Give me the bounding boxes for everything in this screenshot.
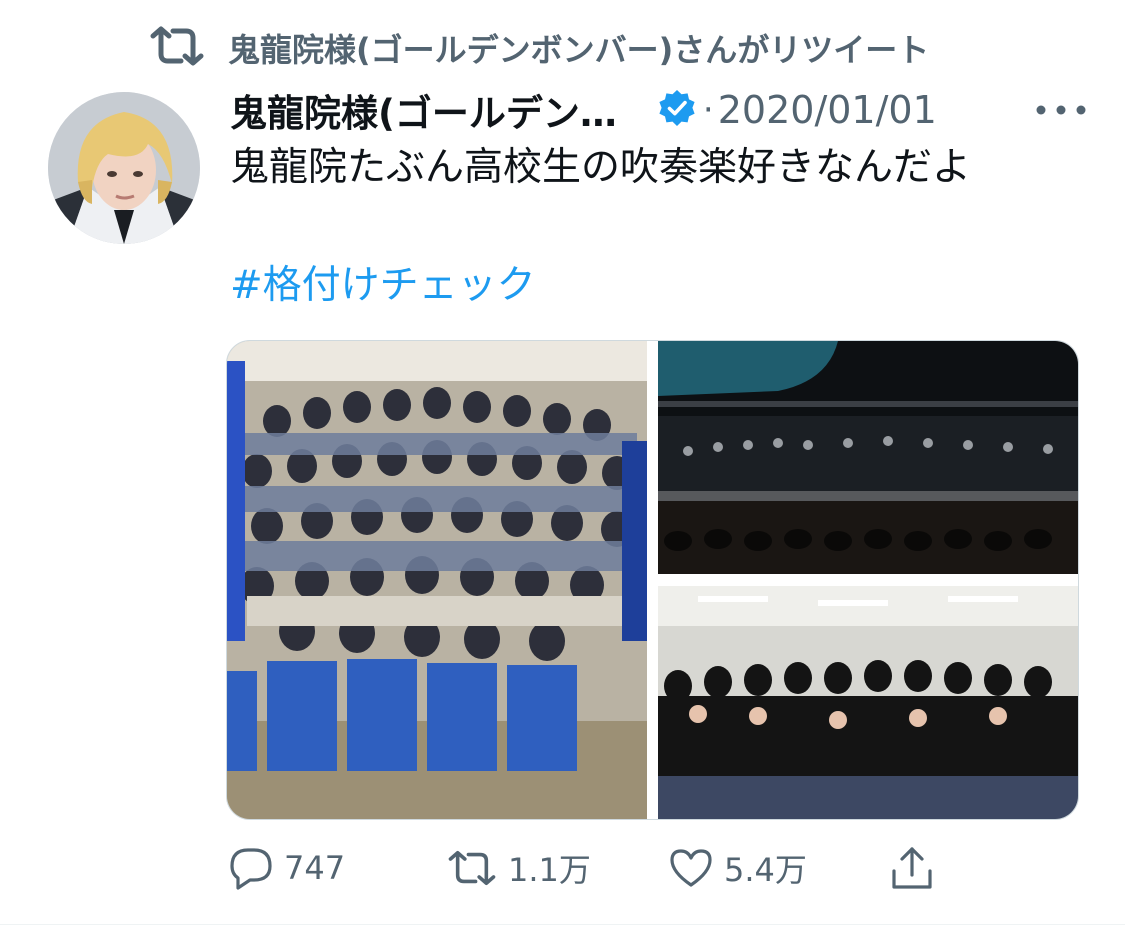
retweet-count: 1.1万	[508, 851, 591, 889]
tweet-actions: 747 1.1万 5.4万	[228, 838, 988, 898]
verified-badge-icon	[617, 88, 697, 132]
retweet-icon	[446, 848, 498, 888]
tweet-date[interactable]: 2020/01/01	[718, 88, 937, 132]
share-button[interactable]	[890, 838, 934, 898]
more-options-icon[interactable]	[1032, 98, 1090, 122]
reply-button[interactable]: 747	[228, 838, 345, 898]
heart-icon	[668, 847, 714, 889]
retweet-banner[interactable]: 鬼龍院様(ゴールデンボンバー)さんがリツイート	[148, 24, 929, 72]
header-separator: ·	[702, 90, 714, 130]
photo-group-black-clothes[interactable]	[658, 586, 1078, 819]
retweet-icon	[148, 26, 228, 70]
hashtag-link[interactable]: #格付けチェック	[230, 260, 536, 312]
avatar[interactable]	[48, 92, 200, 244]
photo-concert-stage[interactable]	[658, 341, 1078, 574]
tweet-header: 鬼龍院様(ゴールデン… · 2020/01/01	[230, 84, 1090, 136]
like-count: 5.4万	[724, 851, 807, 889]
author-display-name[interactable]: 鬼龍院様(ゴールデン…	[230, 83, 617, 137]
tweet-text: 鬼龍院たぶん高校生の吹奏楽好きなんだよ	[230, 145, 972, 190]
retweet-button[interactable]: 1.1万	[446, 838, 591, 898]
media-grid	[226, 340, 1079, 820]
like-button[interactable]: 5.4万	[668, 838, 807, 898]
bottom-divider	[0, 924, 1125, 925]
photo-students-group[interactable]	[227, 341, 647, 819]
reply-icon	[228, 846, 274, 890]
retweet-banner-text: 鬼龍院様(ゴールデンボンバー)さんがリツイート	[228, 31, 930, 69]
reply-count: 747	[284, 849, 346, 887]
share-icon	[890, 845, 934, 891]
